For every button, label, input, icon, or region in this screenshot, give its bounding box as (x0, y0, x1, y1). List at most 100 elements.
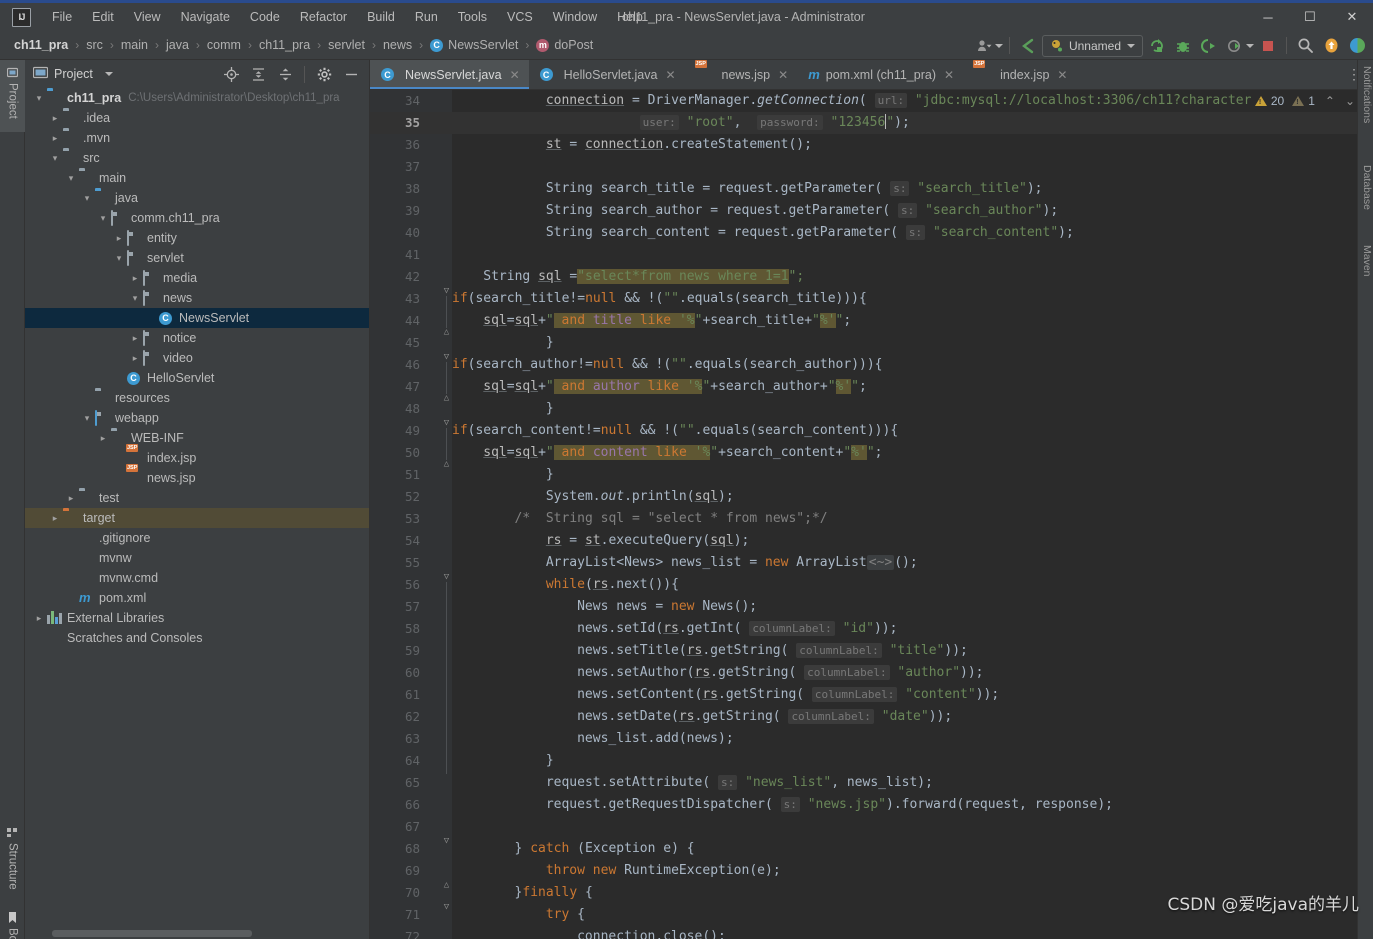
chevron-right-icon[interactable]: ▸ (33, 612, 45, 624)
locate-icon[interactable] (219, 62, 243, 86)
run-icon[interactable] (1145, 34, 1169, 58)
menu-item-view[interactable]: View (125, 7, 170, 27)
fold-end-icon[interactable]: △ (442, 460, 451, 469)
code-line[interactable]: news.setId(rs.getInt( columnLabel: "id")… (577, 618, 897, 640)
search-everywhere-icon[interactable] (1293, 34, 1317, 58)
fold-end-icon[interactable]: △ (442, 328, 451, 337)
next-problem-icon[interactable]: ⌄ (1345, 94, 1355, 108)
tree-node-index-jsp[interactable]: index.jsp (25, 448, 369, 468)
chevron-down-icon[interactable] (104, 72, 113, 76)
breadcrumb-item-news[interactable]: news (381, 37, 414, 53)
close-button[interactable]: ✕ (1331, 3, 1373, 31)
inspection-status[interactable]: ! 20 ! 1 ⌃ ⌄ (1254, 90, 1355, 112)
chevron-right-icon[interactable]: ▸ (49, 512, 61, 524)
code-line[interactable]: request.getRequestDispatcher( s: "news.j… (546, 794, 1113, 816)
debug-icon[interactable] (1171, 34, 1195, 58)
profiler-dropdown-caret-icon[interactable] (1246, 43, 1254, 48)
editor-tab-index-jsp[interactable]: index.jsp ✕ (963, 60, 1076, 89)
tree-node-web-inf[interactable]: ▸ WEB-INF (25, 428, 369, 448)
menu-item-window[interactable]: Window (544, 7, 606, 27)
breadcrumb-item-servlet[interactable]: servlet (326, 37, 367, 53)
tree-node-mvnw[interactable]: mvnw (25, 548, 369, 568)
chevron-right-icon[interactable]: ▸ (129, 352, 141, 364)
sidebar-item-structure[interactable]: Structure (0, 820, 25, 900)
code-line[interactable]: String search_content = request.getParam… (546, 222, 1074, 244)
breadcrumb-item-comm[interactable]: comm (205, 37, 243, 53)
sidebar-item-project[interactable]: Project (0, 60, 25, 132)
code-editor[interactable]: ▽ △ ▽ △ ▽ △ ▽ ▽ △ ▽ 34 connection = Drive… (370, 90, 1373, 939)
tree-node-notice[interactable]: ▸ notice (25, 328, 369, 348)
chevron-down-icon[interactable]: ▾ (129, 292, 141, 304)
code-line[interactable]: } catch (Exception e) { (515, 838, 695, 860)
profiler-icon[interactable] (1223, 34, 1247, 58)
project-tree[interactable]: ▾ ch11_pra C:\Users\Administrator\Desktop\… (25, 88, 369, 929)
code-line[interactable]: rs = st.executeQuery(sql); (546, 530, 750, 552)
chevron-right-icon[interactable]: ▸ (129, 332, 141, 344)
tree-node-resources[interactable]: resources (25, 388, 369, 408)
code-line[interactable]: news.setDate(rs.getString( columnLabel: … (577, 706, 952, 728)
fold-collapse-icon[interactable]: ▽ (442, 419, 451, 428)
close-icon[interactable]: ✕ (944, 68, 954, 82)
code-line[interactable]: connection.close(); (577, 926, 726, 939)
breadcrumb-item-src[interactable]: src (84, 37, 105, 53)
close-icon[interactable]: ✕ (778, 68, 788, 82)
user-dropdown-caret-icon[interactable] (994, 43, 1003, 48)
expand-all-icon[interactable] (246, 62, 270, 86)
fold-collapse-icon[interactable]: ▽ (442, 287, 451, 296)
code-line[interactable]: /* String sql = "select * from news";*/ (515, 508, 828, 530)
menu-item-run[interactable]: Run (406, 7, 447, 27)
breadcrumb-item-ch11pra[interactable]: ch11_pra (257, 37, 312, 53)
run-configuration-selector[interactable]: Unnamed (1041, 34, 1143, 57)
tree-node-idea[interactable]: ▸ .idea (25, 108, 369, 128)
breadcrumb-item-dopost[interactable]: m doPost (534, 37, 595, 53)
chevron-right-icon[interactable]: ▸ (113, 232, 125, 244)
tree-node-scratches-and-consoles[interactable]: Scratches and Consoles (25, 628, 369, 648)
menu-item-code[interactable]: Code (241, 7, 289, 27)
fold-collapse-icon[interactable]: ▽ (442, 903, 451, 912)
code-line[interactable]: news_list.add(news); (577, 728, 734, 750)
stop-icon[interactable] (1256, 34, 1280, 58)
menu-item-file[interactable]: File (43, 7, 81, 27)
tree-node-main[interactable]: ▾ main (25, 168, 369, 188)
breadcrumb-item-project[interactable]: ch11_pra (12, 37, 70, 53)
tree-node-helloservlet[interactable]: C HelloServlet (25, 368, 369, 388)
back-arrow-icon[interactable] (1016, 34, 1040, 58)
code-line[interactable]: user: "root", password: "123456"); (639, 112, 910, 134)
tree-node-gitignore[interactable]: .gitignore (25, 528, 369, 548)
code-line[interactable]: } (546, 398, 554, 420)
breadcrumb-item-newsservlet[interactable]: C NewsServlet (428, 37, 520, 53)
updates-icon[interactable] (1319, 34, 1343, 58)
menu-item-vcs[interactable]: VCS (498, 7, 542, 27)
fold-end-icon[interactable]: △ (442, 881, 451, 890)
code-line[interactable]: } (546, 464, 554, 486)
code-line[interactable]: try { (546, 904, 585, 926)
code-line[interactable]: String sql ="select*from news where 1=1"… (483, 266, 804, 288)
code-line[interactable]: st = connection.createStatement(); (546, 134, 812, 156)
gear-icon[interactable] (312, 62, 336, 86)
tree-node-ch11-pra[interactable]: ▾ ch11_pra C:\Users\Administrator\Desktop\… (25, 88, 369, 108)
tree-node-external-libraries[interactable]: ▸ External Libraries (25, 608, 369, 628)
code-line[interactable]: } (546, 750, 554, 772)
chevron-down-icon[interactable]: ▾ (97, 212, 109, 224)
tree-node-entity[interactable]: ▸ entity (25, 228, 369, 248)
code-line[interactable]: }finally { (515, 882, 593, 904)
fold-collapse-icon[interactable]: ▽ (442, 573, 451, 582)
sidebar-item-database[interactable]: Database (1357, 165, 1373, 210)
code-line[interactable]: String search_title = request.getParamet… (546, 178, 1043, 200)
sidebar-item-maven[interactable]: Maven (1357, 245, 1373, 277)
code-line[interactable]: News news = new News(); (577, 596, 757, 618)
editor-tab-pom-xml[interactable]: m pom.xml (ch11_pra) ✕ (797, 60, 963, 89)
tree-node-java[interactable]: ▾ java (25, 188, 369, 208)
tree-node-pom-xml[interactable]: m pom.xml (25, 588, 369, 608)
tree-node-comm-ch11-pra[interactable]: ▾ comm.ch11_pra (25, 208, 369, 228)
tree-node-media[interactable]: ▸ media (25, 268, 369, 288)
code-line[interactable]: System.out.println(sql); (546, 486, 734, 508)
tree-node-webapp[interactable]: ▾ webapp (25, 408, 369, 428)
chevron-right-icon[interactable]: ▸ (97, 432, 109, 444)
maximize-button[interactable]: ☐ (1289, 3, 1331, 31)
code-line[interactable]: request.setAttribute( s: "news_list", ne… (546, 772, 933, 794)
code-line[interactable]: String search_author = request.getParame… (546, 200, 1058, 222)
code-line[interactable]: while(rs.next()){ (546, 574, 679, 596)
minimize-button[interactable]: ─ (1247, 3, 1289, 31)
menu-item-edit[interactable]: Edit (83, 7, 123, 27)
